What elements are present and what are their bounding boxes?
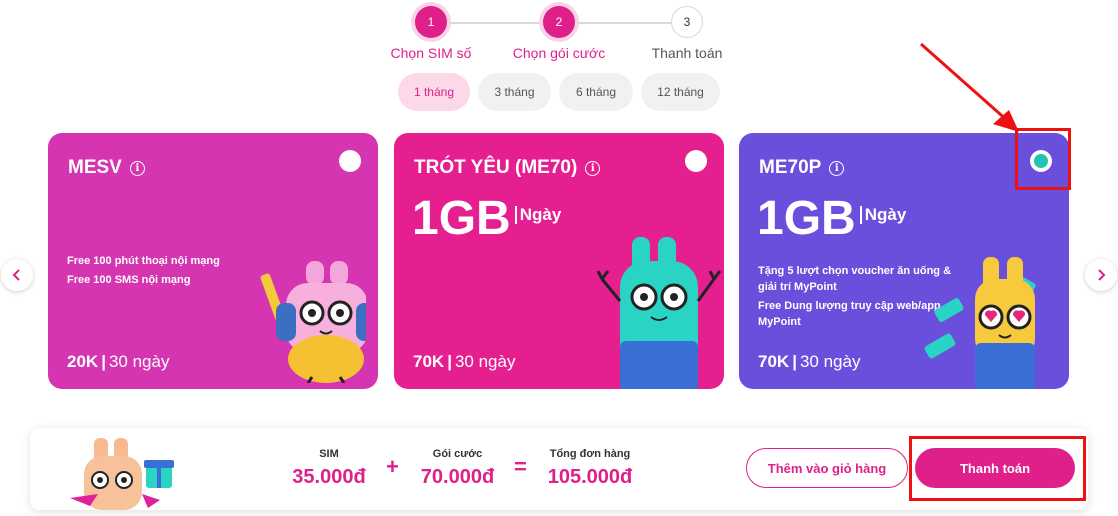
mascot-illustration [924,257,1036,389]
mascot-illustration [260,261,366,383]
tab-12-months[interactable]: 12 tháng [641,73,720,111]
plan-name-text: ME70P [759,157,822,178]
price-separator: | [447,352,452,371]
plan-price-value: 70.000đ [420,466,495,488]
plan-price-label: Gói cước [432,448,483,460]
step-1-circle: 1 [415,6,447,38]
add-to-cart-button[interactable]: Thêm vào giỏ hàng [746,448,908,488]
plan-name-text: TRÓT YÊU (ME70) [414,157,578,178]
total-price-group: Tổng đơn hàng 105.000đ [536,448,644,489]
chevron-left-icon [12,269,20,281]
step-2-label: Chọn gói cước [512,45,606,61]
plan-price-amount: 70K [758,352,790,371]
plan-feature: Free 100 phút thoại nội mạng [67,255,220,267]
plan-data-unit: Ngày [514,206,561,224]
step-2-circle: 2 [543,6,575,38]
carousel-prev-button[interactable] [1,259,33,291]
tab-3-months[interactable]: 3 tháng [478,73,551,111]
info-icon[interactable]: i [129,160,145,176]
equals-sign: = [514,454,527,479]
total-price-label: Tổng đơn hàng [549,448,631,460]
stepper-line-1 [447,22,543,24]
tab-6-months[interactable]: 6 tháng [559,73,633,111]
plan-data-amount: 1GB [757,192,856,245]
plan-card-mesv[interactable]: MESV i Free 100 phút thoại nội mạng Free… [48,133,378,389]
annotation-box-checkout [909,436,1086,501]
plan-features: Free 100 phút thoại nội mạng Free 100 SM… [67,253,247,291]
stepper-line-2 [575,22,671,24]
plan-price: 20K | 30 ngày [67,352,169,372]
chevron-right-icon [1098,269,1106,281]
gift-mascot-illustration [70,438,174,510]
plan-data-unit: Ngày [859,206,906,224]
step-3-circle: 3 [671,6,703,38]
plan-price-group: Gói cước 70.000đ [410,448,505,489]
plus-sign: + [386,454,399,479]
annotation-arrow [920,42,1019,132]
annotation-box-selected-radio [1015,128,1071,190]
tab-1-month[interactable]: 1 tháng [398,73,470,111]
plan-name: TRÓT YÊU (ME70) i [414,157,601,179]
plan-period: 30 ngày [799,352,861,371]
step-1-label: Chọn SIM số [390,45,472,61]
plan-select-radio[interactable] [339,150,361,172]
plan-data-amount: 1GB [412,192,511,245]
duration-tabs: 1 tháng 3 tháng 6 tháng 12 tháng [398,73,720,111]
plan-data-size: 1GB Ngày [757,191,906,247]
sim-price-label: SIM [319,448,339,460]
sim-price-group: SIM 35.000đ [284,448,374,489]
plan-period: 30 ngày [454,352,516,371]
price-separator: | [792,352,797,371]
info-icon[interactable]: i [585,160,601,176]
plan-price: 70K | 30 ngày [758,352,860,372]
mascot-illustration [596,237,722,389]
plan-data-size: 1GB Ngày [412,191,561,247]
plan-name: MESV i [68,157,145,179]
sim-price-value: 35.000đ [292,466,366,488]
plan-feature: Free 100 SMS nội mạng [67,274,191,286]
total-price-value: 105.000đ [547,466,633,488]
price-separator: | [101,352,106,371]
plan-price-amount: 70K [413,352,445,371]
info-icon[interactable]: i [829,160,845,176]
step-3-label: Thanh toán [651,45,723,61]
plan-name-text: MESV [68,157,122,178]
plan-name: ME70P i [759,157,845,179]
plan-price-amount: 20K [67,352,99,371]
plan-card-me70[interactable]: TRÓT YÊU (ME70) i 1GB Ngày 70K | 30 ngày [394,133,724,389]
plan-price: 70K | 30 ngày [413,352,515,372]
plan-period: 30 ngày [108,352,170,371]
carousel-next-button[interactable] [1085,259,1117,291]
plan-select-radio[interactable] [685,150,707,172]
